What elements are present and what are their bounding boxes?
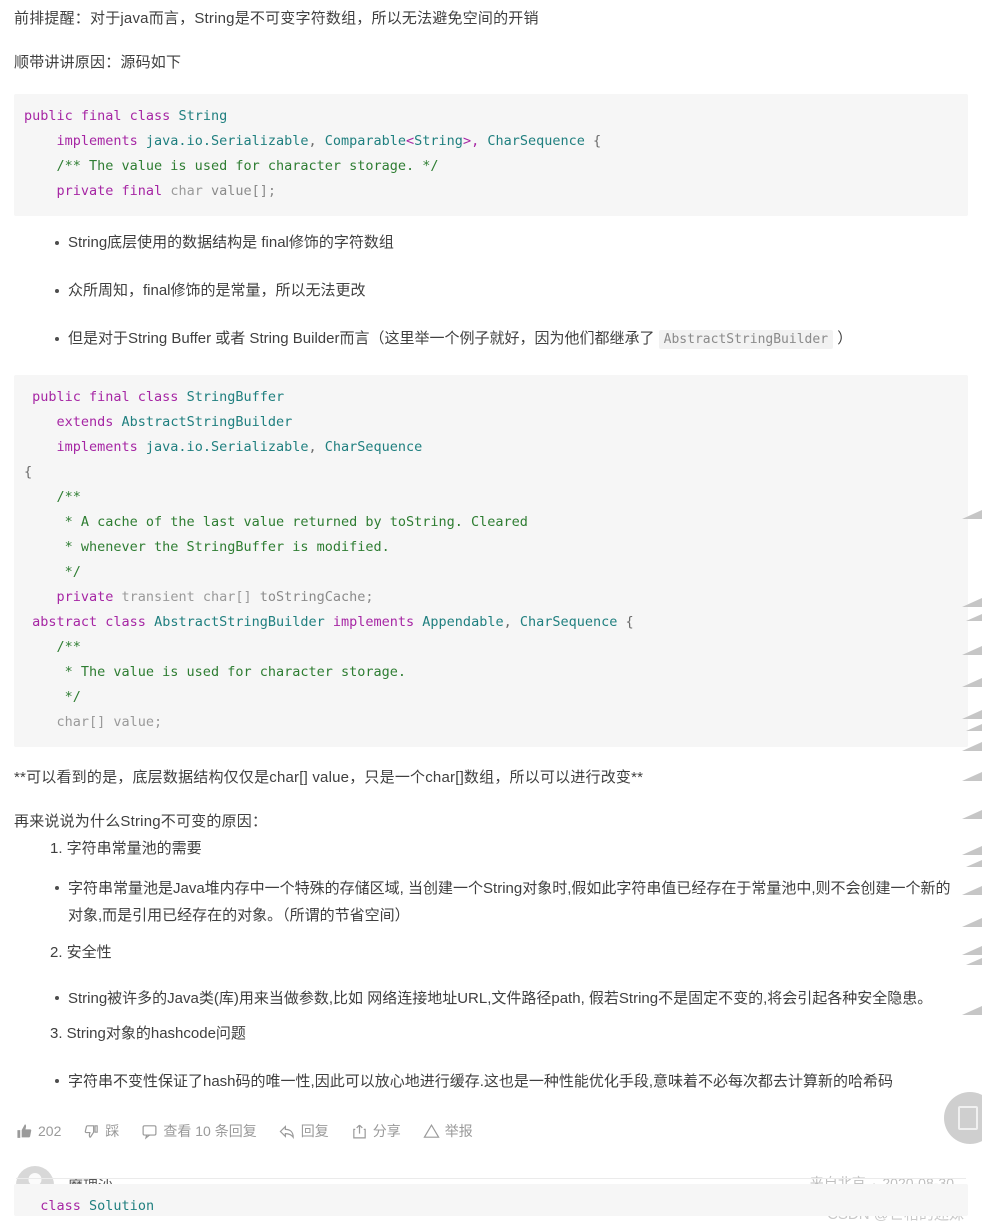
comment-icon <box>141 1123 158 1140</box>
thumbs-up-icon <box>16 1123 33 1140</box>
reply-button[interactable]: 回复 <box>279 1121 329 1141</box>
code-line: */ <box>64 689 81 705</box>
note-icon <box>958 1106 978 1130</box>
bullet-text-before: 但是对于String Buffer 或者 String Builder而言（这里… <box>68 330 659 347</box>
reason-detail-1: 字符串常量池是Java堆内存中一个特殊的存储区域, 当创建一个String对象时… <box>0 875 982 929</box>
intro-paragraph-1: 前排提醒：对于java而言，String是不可变字符数组，所以无法避免空间的开销 <box>14 10 539 27</box>
code-block-string-class: public final class String implements jav… <box>14 94 968 216</box>
after-code-paragraph-1: **可以看到的是，底层数据结构仅仅是char[] value，只是一个char[… <box>14 769 644 786</box>
intro-paragraph-2: 顺带讲讲原因：源码如下 <box>14 54 182 71</box>
warning-triangle-icon <box>423 1123 440 1140</box>
report-label: 举报 <box>444 1123 473 1139</box>
divider <box>16 1178 966 1179</box>
after-code-paragraph-2: 再来说说为什么String不可变的原因： <box>14 813 268 830</box>
view-replies-label: 查看 10 条回复 <box>163 1123 257 1139</box>
view-replies-button[interactable]: 查看 10 条回复 <box>141 1121 257 1141</box>
code-line: private transient char[] toStringCache; <box>56 589 374 605</box>
reason-list-2: 2. 安全性 <box>0 939 982 967</box>
code-line: abstract class AbstractStringBuilder imp… <box>32 614 634 630</box>
reply-arrow-icon <box>279 1123 296 1140</box>
code-line: public final class StringBuffer <box>32 389 285 405</box>
dislike-button[interactable]: 踩 <box>83 1121 119 1141</box>
code-line: implements java.io.Serializable, CharSeq… <box>56 439 423 455</box>
list-item: String底层使用的数据结构是 final修饰的字符数组 <box>0 230 968 256</box>
reason-list-3: 3. String对象的hashcode问题 <box>0 1020 982 1048</box>
code-line: class Solution <box>40 1198 155 1214</box>
inline-code-abstractstringbuilder: AbstractStringBuilder <box>658 330 834 349</box>
code-line: * A cache of the last value returned by … <box>64 514 528 530</box>
code-line: /** The value is used for character stor… <box>56 158 439 174</box>
action-toolbar: 202 踩 查看 10 条回复 回复 分享 举报 <box>0 1109 982 1151</box>
reply-label: 回复 <box>300 1123 329 1139</box>
reason-number-1: 1. 字符串常量池的需要 <box>50 840 202 857</box>
reason-detail-2: String被许多的Java类(库)用来当做参数,比如 网络连接地址URL,文件… <box>0 985 982 1012</box>
thumbs-down-icon <box>83 1123 100 1140</box>
code-line: private final char value[]; <box>56 183 276 199</box>
share-label: 分享 <box>372 1123 401 1139</box>
like-count: 202 <box>38 1123 62 1139</box>
reason-detail-3: 字符串不变性保证了hash码的唯一性,因此可以放心地进行缓存.这也是一种性能优化… <box>0 1068 982 1095</box>
code-line: char[] value; <box>56 714 163 730</box>
like-button[interactable]: 202 <box>16 1123 61 1140</box>
share-button[interactable]: 分享 <box>351 1121 401 1141</box>
code-line: /** <box>56 639 81 655</box>
code-block-next-partial: class Solution <box>14 1184 968 1216</box>
reason-number-3: 3. String对象的hashcode问题 <box>50 1025 246 1042</box>
code-block-stringbuffer: public final class StringBuffer extends … <box>14 375 968 747</box>
reason-number-2: 2. 安全性 <box>50 944 112 961</box>
code-line: { <box>24 464 33 480</box>
article-page: 前排提醒：对于java而言，String是不可变字符数组，所以无法避免空间的开销… <box>0 0 982 1223</box>
code-line: implements java.io.Serializable, Compara… <box>56 133 602 149</box>
code-line: */ <box>64 564 81 580</box>
dislike-label: 踩 <box>105 1123 120 1139</box>
code-line: * whenever the StringBuffer is modified. <box>64 539 390 555</box>
list-item: 众所周知，final修饰的是常量，所以无法更改 <box>0 278 968 304</box>
report-button[interactable]: 举报 <box>423 1121 473 1141</box>
reason-list: 1. 字符串常量池的需要 <box>0 835 982 863</box>
code-line: extends AbstractStringBuilder <box>56 414 293 430</box>
code-line: public final class String <box>24 108 228 124</box>
share-icon <box>351 1123 368 1140</box>
bullet-list-top: String底层使用的数据结构是 final修饰的字符数组 众所周知，final… <box>0 230 982 353</box>
code-line: /** <box>56 489 81 505</box>
list-item-with-inline-code: 但是对于String Buffer 或者 String Builder而言（这里… <box>0 326 968 353</box>
code-line: * The value is used for character storag… <box>64 664 407 680</box>
bullet-text-after: ） <box>833 330 853 347</box>
